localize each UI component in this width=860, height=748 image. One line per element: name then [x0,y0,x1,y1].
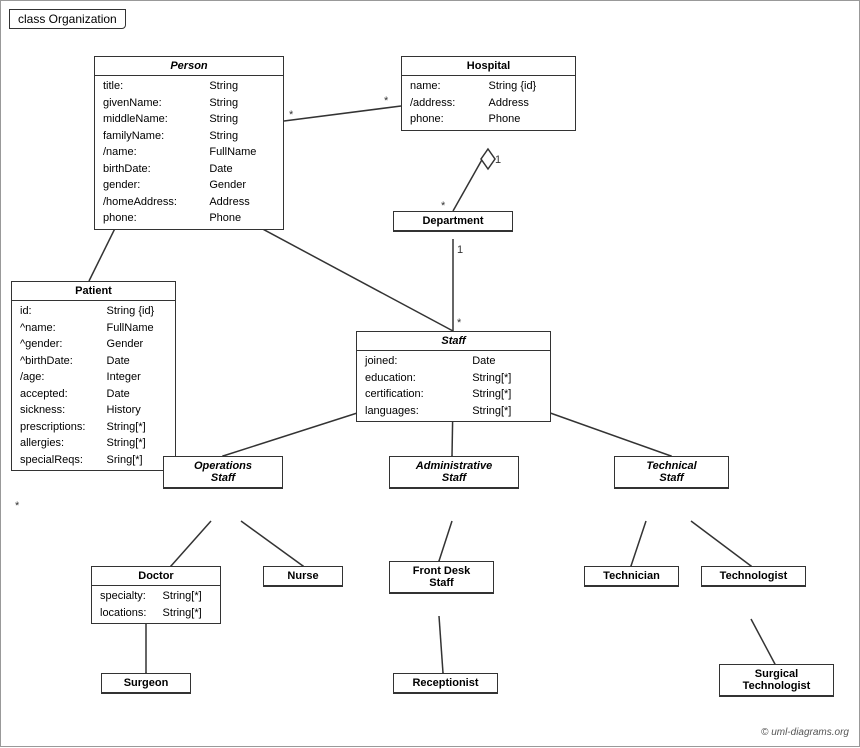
staff-body: joined:Date education:String[*] certific… [357,351,550,421]
doctor-class: Doctor specialty:String[*] locations:Str… [91,566,221,624]
svg-text:1: 1 [457,244,463,256]
technician-header: Technician [585,567,678,586]
technologist-class: Technologist [701,566,806,587]
operations-staff-class: OperationsStaff [163,456,283,489]
svg-text:*: * [384,95,389,107]
nurse-class: Nurse [263,566,343,587]
technologist-header: Technologist [702,567,805,586]
surgeon-class: Surgeon [101,673,191,694]
technical-staff-class: TechnicalStaff [614,456,729,489]
department-header: Department [394,212,512,231]
doctor-header: Doctor [92,567,220,586]
front-desk-staff-header: Front DeskStaff [390,562,493,593]
hospital-class: Hospital name:String {id} /address:Addre… [401,56,576,131]
diagram-container: class Organization * * 1 * 1 * [0,0,860,747]
receptionist-class: Receptionist [393,673,498,694]
department-class: Department [393,211,513,232]
svg-text:*: * [289,109,294,121]
patient-class: Patient id:String {id} ^name:FullName ^g… [11,281,176,471]
doctor-body: specialty:String[*] locations:String[*] [92,586,220,623]
surgeon-header: Surgeon [102,674,190,693]
patient-header: Patient [12,282,175,301]
administrative-staff-header: AdministrativeStaff [390,457,518,488]
front-desk-staff-class: Front DeskStaff [389,561,494,594]
person-body: title:String givenName:String middleName… [95,76,283,229]
technician-class: Technician [584,566,679,587]
person-header: Person [95,57,283,76]
administrative-staff-class: AdministrativeStaff [389,456,519,489]
staff-class: Staff joined:Date education:String[*] ce… [356,331,551,422]
receptionist-header: Receptionist [394,674,497,693]
surgical-technologist-header: SurgicalTechnologist [720,665,833,696]
copyright: © uml-diagrams.org [761,727,849,738]
technical-staff-header: TechnicalStaff [615,457,728,488]
nurse-header: Nurse [264,567,342,586]
diagram-title: class Organization [9,9,126,29]
person-class: Person title:String givenName:String mid… [94,56,284,230]
svg-text:1: 1 [495,154,501,166]
operations-staff-header: OperationsStaff [164,457,282,488]
title-text: class Organization [18,12,117,26]
svg-text:*: * [15,500,20,512]
hospital-header: Hospital [402,57,575,76]
hospital-body: name:String {id} /address:Address phone:… [402,76,575,130]
svg-text:*: * [457,317,462,329]
surgical-technologist-class: SurgicalTechnologist [719,664,834,697]
patient-body: id:String {id} ^name:FullName ^gender:Ge… [12,301,175,470]
staff-header: Staff [357,332,550,351]
